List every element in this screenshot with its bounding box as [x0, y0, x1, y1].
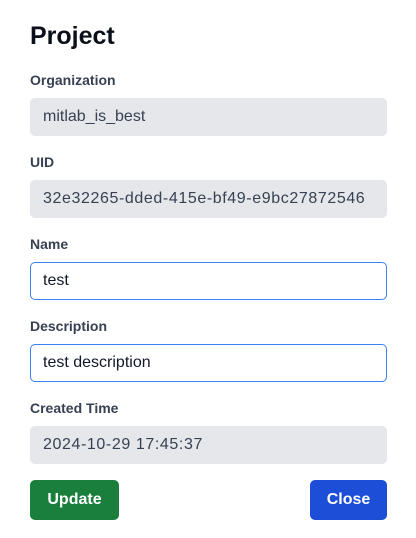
- description-label: Description: [30, 318, 108, 334]
- created-time-field: 2024-10-29 17:45:37: [30, 426, 387, 464]
- name-input[interactable]: [30, 262, 387, 300]
- update-button[interactable]: Update: [30, 480, 119, 520]
- project-dialog: Project Organization mitlab_is_best UID …: [0, 0, 416, 538]
- organization-field: mitlab_is_best: [30, 98, 387, 136]
- created-time-label: Created Time: [30, 400, 119, 416]
- uid-field: 32e32265-dded-415e-bf49-e9bc27872546: [30, 180, 387, 218]
- name-label: Name: [30, 236, 69, 252]
- uid-label: UID: [30, 154, 55, 170]
- dialog-title: Project: [30, 22, 115, 50]
- organization-label: Organization: [30, 72, 116, 88]
- description-input[interactable]: [30, 344, 387, 382]
- close-button[interactable]: Close: [310, 480, 387, 520]
